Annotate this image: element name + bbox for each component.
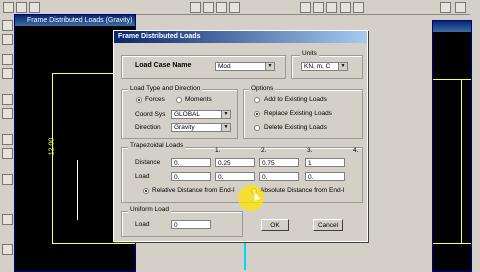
distance-1-input[interactable]: 0. bbox=[171, 158, 211, 167]
distance-label: Distance bbox=[135, 159, 161, 166]
load-type-group-label: Load Type and Direction bbox=[128, 85, 203, 92]
frame-column-left bbox=[52, 73, 53, 243]
load-2-input[interactable]: 0. bbox=[215, 172, 255, 181]
add-existing-radio[interactable] bbox=[254, 97, 260, 103]
delete-existing-label: Delete Existing Loads bbox=[264, 124, 327, 131]
uniform-load-group-label: Uniform Load bbox=[128, 206, 172, 213]
draw-frame-icon[interactable] bbox=[2, 54, 13, 65]
load-case-select[interactable]: Mod ▼ bbox=[215, 62, 275, 71]
run-icon[interactable] bbox=[190, 2, 201, 13]
cancel-button[interactable]: Cancel bbox=[313, 219, 343, 231]
xz-view-icon[interactable] bbox=[313, 2, 324, 13]
absolute-distance-label: Absolute Distance from End-I bbox=[260, 187, 345, 194]
left-toolbar bbox=[0, 14, 15, 270]
forces-label: Forces bbox=[145, 96, 165, 103]
frame-distributed-loads-dialog: Frame Distributed Loads Load Case Name M… bbox=[113, 30, 368, 242]
snap-mid-icon[interactable] bbox=[2, 148, 13, 159]
selected-member bbox=[244, 240, 246, 270]
grid-icon[interactable] bbox=[2, 214, 13, 225]
relative-distance-label: Relative Distance from End-I bbox=[152, 187, 235, 194]
col-header-4: 4. bbox=[353, 147, 359, 154]
load-label: Load bbox=[135, 173, 150, 180]
relative-distance-radio[interactable] bbox=[143, 188, 149, 194]
replace-existing-label: Replace Existing Loads bbox=[264, 110, 332, 117]
up-icon[interactable] bbox=[340, 2, 351, 13]
coord-sys-label: Coord Sys bbox=[135, 111, 166, 118]
second-view-window[interactable] bbox=[432, 20, 472, 272]
uniform-load-input[interactable]: 0 bbox=[171, 220, 211, 229]
redo-icon[interactable] bbox=[455, 2, 466, 13]
chevron-down-icon: ▼ bbox=[338, 63, 347, 70]
second-view-title bbox=[433, 21, 471, 32]
frame-beam-bottom bbox=[52, 243, 135, 244]
down-icon[interactable] bbox=[353, 2, 364, 13]
frame-label: 12.00 bbox=[48, 137, 56, 156]
frame-beam-top-2 bbox=[433, 79, 471, 80]
main-toolbar bbox=[0, 0, 480, 15]
frame-beam-bottom-2 bbox=[433, 243, 471, 244]
direction-value: Gravity bbox=[174, 124, 195, 131]
forces-radio[interactable] bbox=[136, 97, 142, 103]
add-existing-label: Add to Existing Loads bbox=[264, 96, 327, 103]
save-icon[interactable] bbox=[29, 2, 40, 13]
yz-view-icon[interactable] bbox=[326, 2, 337, 13]
load-3-input[interactable]: 0. bbox=[259, 172, 299, 181]
trapezoidal-group-label: Trapezoidal Loads bbox=[128, 142, 186, 149]
pointer-icon[interactable] bbox=[2, 20, 13, 31]
uniform-load-label: Load bbox=[135, 221, 150, 228]
chevron-down-icon: ▼ bbox=[221, 124, 230, 131]
draw-area-icon[interactable] bbox=[2, 68, 13, 79]
chevron-down-icon: ▼ bbox=[221, 111, 230, 118]
options-group-label: Options bbox=[249, 85, 276, 92]
load-arrow-line bbox=[77, 160, 78, 220]
load-1-input[interactable]: 0. bbox=[171, 172, 211, 181]
new-icon[interactable] bbox=[3, 2, 14, 13]
measure-icon[interactable] bbox=[2, 244, 13, 255]
delete-existing-radio[interactable] bbox=[254, 125, 260, 131]
direction-label: Direction bbox=[135, 124, 161, 131]
col-header-2: 2. bbox=[261, 147, 267, 154]
ok-button[interactable]: OK bbox=[261, 219, 289, 231]
model-window-title: Frame Distributed Loads (Gravity) bbox=[15, 15, 135, 26]
assign-icon[interactable] bbox=[2, 174, 13, 185]
snap-icon[interactable] bbox=[2, 134, 13, 145]
distance-4-input[interactable]: 1 bbox=[305, 158, 345, 167]
reshape-icon[interactable] bbox=[2, 34, 13, 45]
select-all-icon[interactable] bbox=[2, 94, 13, 105]
open-icon[interactable] bbox=[16, 2, 27, 13]
load-case-label: Load Case Name bbox=[135, 62, 192, 69]
view-3d-icon[interactable] bbox=[229, 2, 240, 13]
col-header-1: 1. bbox=[215, 147, 221, 154]
distance-3-input[interactable]: 0.75 bbox=[259, 158, 299, 167]
xy-view-icon[interactable] bbox=[300, 2, 311, 13]
replace-existing-radio[interactable] bbox=[254, 111, 260, 117]
moments-label: Moments bbox=[185, 96, 212, 103]
undo-icon[interactable] bbox=[440, 2, 451, 13]
units-value: KN, m, C bbox=[304, 63, 331, 70]
chevron-down-icon: ▼ bbox=[265, 63, 274, 70]
moments-radio[interactable] bbox=[176, 97, 182, 103]
direction-select[interactable]: Gravity ▼ bbox=[171, 123, 231, 132]
units-select[interactable]: KN, m, C ▼ bbox=[301, 62, 348, 71]
coord-sys-value: GLOBAL bbox=[174, 111, 201, 118]
coord-sys-select[interactable]: GLOBAL ▼ bbox=[171, 110, 231, 119]
distance-2-input[interactable]: 0.25 bbox=[215, 158, 255, 167]
pan-icon[interactable] bbox=[216, 2, 227, 13]
select-prev-icon[interactable] bbox=[2, 108, 13, 119]
frame-column-right bbox=[461, 79, 462, 243]
zoom-icon[interactable] bbox=[203, 2, 214, 13]
load-4-input[interactable]: 0. bbox=[305, 172, 345, 181]
dialog-title: Frame Distributed Loads bbox=[114, 31, 367, 43]
load-case-value: Mod bbox=[218, 63, 231, 70]
units-label: Units bbox=[300, 50, 319, 57]
col-header-3: 3. bbox=[307, 147, 313, 154]
